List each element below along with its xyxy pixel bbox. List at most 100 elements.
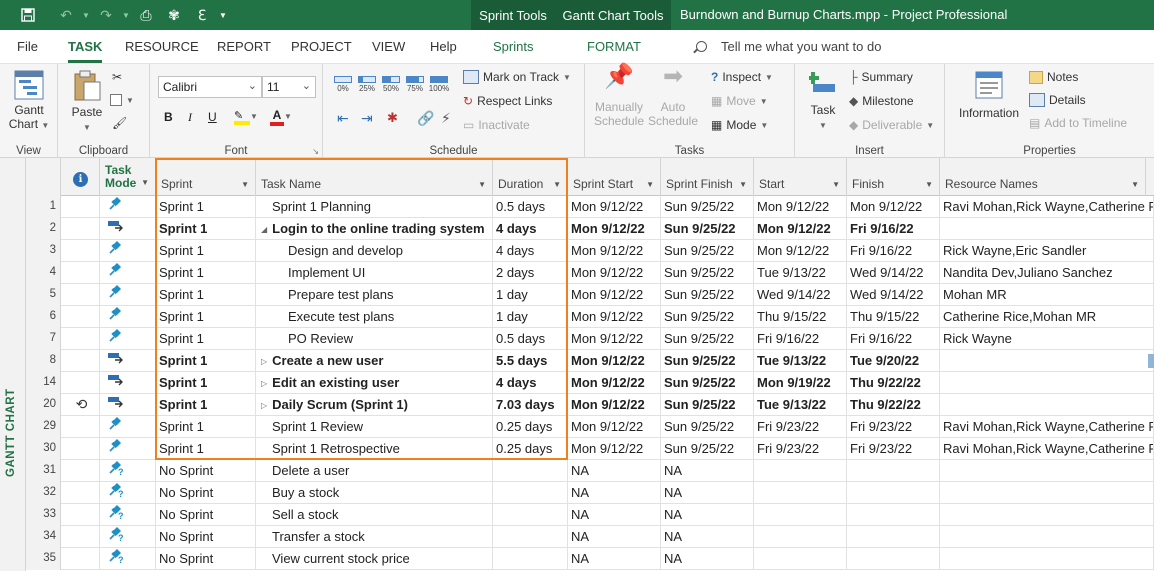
finish-cell[interactable]: Fri 9/23/22 <box>847 416 940 438</box>
sprint-start-cell[interactable]: Mon 9/12/22 <box>568 416 661 438</box>
split-icon[interactable]: ✱ <box>387 110 398 126</box>
inspect-button[interactable]: ? Inspect ▼ <box>711 70 773 84</box>
start-cell[interactable]: Fri 9/23/22 <box>754 438 847 460</box>
information-button[interactable]: Information <box>953 70 1025 120</box>
row-id[interactable]: 35 <box>26 548 61 570</box>
duration-cell[interactable]: 4 days <box>493 372 568 394</box>
vertical-scroll-indicator[interactable] <box>1148 354 1154 368</box>
add-to-timeline-button[interactable]: ▤ Add to Timeline <box>1029 116 1127 130</box>
tab-project[interactable]: PROJECT <box>291 39 352 54</box>
start-cell[interactable]: Tue 9/13/22 <box>754 350 847 372</box>
table-row[interactable]: 5 Sprint 1 Prepare test plans 1 day Mon 9/12… <box>26 284 1154 306</box>
collapse-triangle-icon[interactable]: ◢ <box>261 225 267 234</box>
task-name-cell[interactable]: ▷ Create a new user <box>256 350 493 372</box>
touch-mode-icon[interactable]: ⎙ <box>132 0 160 30</box>
sprint-cell[interactable]: Sprint 1 <box>156 218 256 240</box>
sprint-finish-cell[interactable]: Sun 9/25/22 <box>661 240 754 262</box>
task-mode-cell[interactable] <box>100 262 156 284</box>
start-cell[interactable]: Mon 9/12/22 <box>754 196 847 218</box>
paste-button[interactable]: Paste ▼ <box>66 70 108 135</box>
highlight-color-button[interactable]: ✎ ▼ <box>234 108 258 125</box>
resource-names-cell[interactable]: Catherine Rice,Mohan MR <box>940 306 1154 328</box>
respect-links-button[interactable]: ↻ Respect Links <box>463 94 552 108</box>
resource-names-cell[interactable] <box>940 350 1154 372</box>
duration-cell[interactable]: 7.03 days <box>493 394 568 416</box>
finish-cell[interactable]: Mon 9/12/22 <box>847 196 940 218</box>
resource-names-header[interactable]: Resource Names ▼ <box>940 158 1146 196</box>
duration-cell[interactable]: 5.5 days <box>493 350 568 372</box>
table-row[interactable]: 31? No Sprint Delete a user NA NA <box>26 460 1154 482</box>
sprint-cell[interactable]: No Sprint <box>156 460 256 482</box>
formula-icon[interactable]: ℇ <box>188 0 216 30</box>
task-name-cell[interactable]: Delete a user <box>256 460 493 482</box>
sprint-cell[interactable]: No Sprint <box>156 482 256 504</box>
task-name-cell[interactable]: Execute test plans <box>256 306 493 328</box>
duration-cell[interactable]: 0.25 days <box>493 416 568 438</box>
bold-button[interactable]: B <box>164 110 173 124</box>
table-row[interactable]: 34? No Sprint Transfer a stock NA NA <box>26 526 1154 548</box>
details-button[interactable]: Details <box>1029 93 1086 107</box>
duration-cell[interactable] <box>493 504 568 526</box>
task-mode-cell[interactable] <box>100 372 156 394</box>
sprint-finish-cell[interactable]: Sun 9/25/22 <box>661 372 754 394</box>
sprint-finish-cell[interactable]: Sun 9/25/22 <box>661 438 754 460</box>
resource-names-cell[interactable] <box>940 548 1154 570</box>
task-mode-cell[interactable]: ? <box>100 526 156 548</box>
sprint-cell[interactable]: Sprint 1 <box>156 196 256 218</box>
task-name-cell[interactable]: PO Review <box>256 328 493 350</box>
finish-cell[interactable]: Wed 9/14/22 <box>847 284 940 306</box>
mark-on-track-button[interactable]: Mark on Track ▼ <box>463 70 571 84</box>
font-family-select[interactable]: Calibri ⌄ <box>158 76 262 98</box>
tab-view[interactable]: VIEW <box>372 39 405 54</box>
redo-dropdown-icon[interactable]: ▼ <box>120 0 132 30</box>
italic-button[interactable]: I <box>188 110 192 125</box>
sprint-finish-cell[interactable]: Sun 9/25/22 <box>661 350 754 372</box>
resource-names-cell[interactable] <box>940 504 1154 526</box>
task-mode-cell[interactable] <box>100 394 156 416</box>
sprint-cell[interactable]: Sprint 1 <box>156 394 256 416</box>
duration-cell[interactable]: 1 day <box>493 284 568 306</box>
resource-names-cell[interactable]: Rick Wayne <box>940 328 1154 350</box>
select-all-corner[interactable] <box>26 158 61 196</box>
sprint-finish-cell[interactable]: Sun 9/25/22 <box>661 328 754 350</box>
resource-names-cell[interactable]: Rick Wayne,Eric Sandler <box>940 240 1154 262</box>
duration-cell[interactable] <box>493 526 568 548</box>
task-mode-cell[interactable] <box>100 350 156 372</box>
table-row[interactable]: 29 Sprint 1 Sprint 1 Review 0.25 days Mon 9/… <box>26 416 1154 438</box>
finish-cell[interactable] <box>847 548 940 570</box>
start-cell[interactable]: Mon 9/12/22 <box>754 240 847 262</box>
task-name-cell[interactable]: Design and develop <box>256 240 493 262</box>
expand-triangle-icon[interactable]: ▷ <box>261 401 267 410</box>
table-row[interactable]: 1 Sprint 1 Sprint 1 Planning 0.5 days Mon 9/… <box>26 196 1154 218</box>
start-cell[interactable]: Thu 9/15/22 <box>754 306 847 328</box>
resource-names-cell[interactable]: Ravi Mohan,Rick Wayne,Catherine Rice <box>940 196 1154 218</box>
indent-icon[interactable]: ⇥ <box>361 110 373 127</box>
sprint-finish-cell[interactable]: Sun 9/25/22 <box>661 284 754 306</box>
indicator-cell[interactable] <box>61 504 100 526</box>
finish-cell[interactable] <box>847 526 940 548</box>
tab-format[interactable]: FORMAT <box>587 39 641 54</box>
finish-cell[interactable]: Fri 9/23/22 <box>847 438 940 460</box>
sprint-start-cell[interactable]: Mon 9/12/22 <box>568 438 661 460</box>
row-id[interactable]: 5 <box>26 284 61 306</box>
percent-complete-button[interactable]: 75% <box>405 76 425 93</box>
start-cell[interactable]: Tue 9/13/22 <box>754 262 847 284</box>
sprint-cell[interactable]: Sprint 1 <box>156 262 256 284</box>
task-name-cell[interactable]: Sprint 1 Planning <box>256 196 493 218</box>
resource-names-cell[interactable] <box>940 394 1154 416</box>
sprint-finish-cell[interactable]: NA <box>661 504 754 526</box>
start-cell[interactable] <box>754 526 847 548</box>
table-row[interactable]: 20 ⟲ Sprint 1 ▷ Daily Scrum (Sprint 1) 7.03 d… <box>26 394 1154 416</box>
task-name-cell[interactable]: Buy a stock <box>256 482 493 504</box>
sprint-start-header[interactable]: Sprint Start ▼ <box>568 158 661 196</box>
sprint-start-cell[interactable]: NA <box>568 482 661 504</box>
sprint-start-cell[interactable]: Mon 9/12/22 <box>568 262 661 284</box>
task-mode-cell[interactable] <box>100 416 156 438</box>
resource-names-cell[interactable] <box>940 218 1154 240</box>
row-id[interactable]: 31 <box>26 460 61 482</box>
start-cell[interactable] <box>754 460 847 482</box>
insert-task-button[interactable]: Task ▼ <box>803 70 843 133</box>
sprint-cell[interactable]: Sprint 1 <box>156 284 256 306</box>
indicator-cell[interactable] <box>61 328 100 350</box>
sprint-start-cell[interactable]: Mon 9/12/22 <box>568 350 661 372</box>
